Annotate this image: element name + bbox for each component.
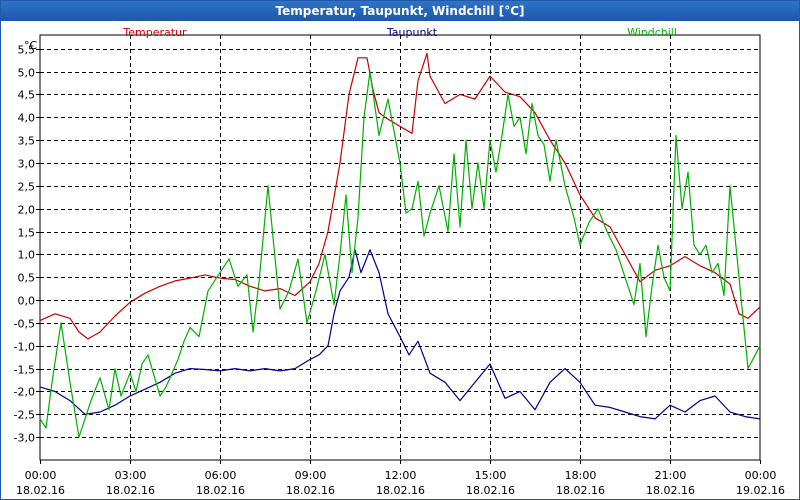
y-tick-label: -2,0 — [14, 386, 35, 399]
grid — [40, 35, 760, 460]
y-tick-label: 4,5 — [18, 89, 36, 102]
x-tick-date: 18.02.16 — [106, 484, 155, 497]
x-tick-date: 18.02.16 — [16, 484, 65, 497]
y-tick-label: 0,5 — [18, 272, 36, 285]
y-tick-label: 0,0 — [18, 295, 36, 308]
y-tick-label: 2,0 — [18, 204, 36, 217]
y-tick-label: -0,5 — [14, 318, 35, 331]
y-tick-label: 4,0 — [18, 112, 36, 125]
chart: -3,0 -2,5 -2,0 -1,5 -1,0 -0,5 0,0 0,5 1,0 1,5 2,0 2… — [14, 26, 785, 497]
x-tick-time: 00:00 — [745, 469, 777, 482]
x-tick-date: 18.02.16 — [556, 484, 605, 497]
y-tick-label: 1,5 — [18, 227, 36, 240]
x-tick-date: 18.02.16 — [196, 484, 245, 497]
x-tick-time: 15:00 — [475, 469, 507, 482]
x-tick-time: 06:00 — [205, 469, 237, 482]
x-tick-time: 00:00 — [25, 469, 57, 482]
y-tick-label: -1,0 — [14, 341, 35, 354]
y-tick-label: -2,5 — [14, 409, 35, 422]
x-tick-date: 18.02.16 — [376, 484, 425, 497]
x-tick-date: 18.02.16 — [646, 484, 695, 497]
legend-taupunkt: Taupunkt — [386, 26, 438, 39]
x-tick-time: 21:00 — [655, 469, 687, 482]
y-tick-label: -1,5 — [14, 364, 35, 377]
y-axis-unit: °C — [24, 39, 38, 52]
x-tick-date: 18.02.16 — [466, 484, 515, 497]
y-axis-ticks: -3,0 -2,5 -2,0 -1,5 -1,0 -0,5 0,0 0,5 1,0 1,5 2,0 2… — [14, 44, 40, 445]
legend-windchill: Windchill — [627, 26, 677, 39]
y-tick-label: 5,0 — [18, 67, 36, 80]
y-tick-label: 3,5 — [18, 135, 36, 148]
x-tick-date: 19.02.16 — [736, 484, 785, 497]
legend-temperatur: Temperatur — [122, 26, 187, 39]
y-tick-label: 1,0 — [18, 249, 36, 262]
y-tick-label: 3,0 — [18, 158, 36, 171]
x-tick-date: 18.02.16 — [286, 484, 335, 497]
y-tick-label: 2,5 — [18, 181, 36, 194]
x-tick-time: 03:00 — [115, 469, 147, 482]
x-tick-time: 18:00 — [565, 469, 597, 482]
y-tick-label: -3,0 — [14, 432, 35, 445]
x-tick-time: 12:00 — [385, 469, 417, 482]
x-tick-time: 09:00 — [295, 469, 327, 482]
x-axis-ticks: 00:00 18.02.16 03:00 18.02.16 06:00 18.02.16 0… — [16, 460, 785, 497]
